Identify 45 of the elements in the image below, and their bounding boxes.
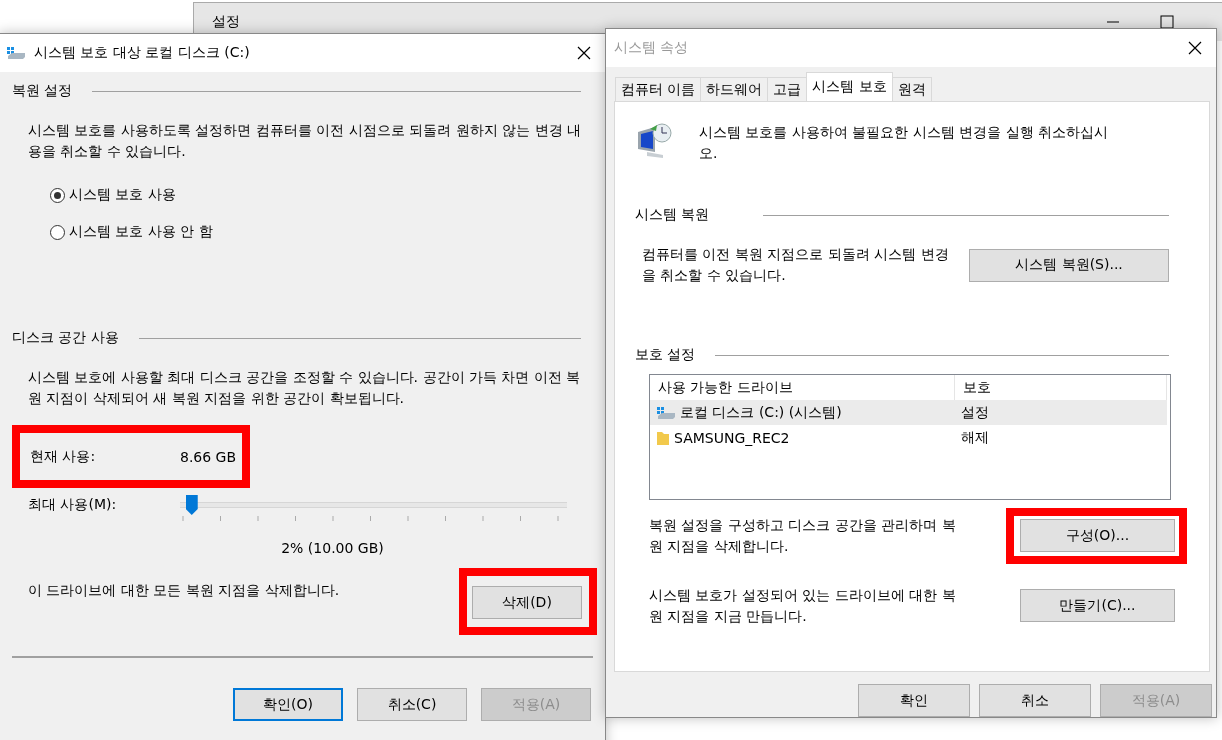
tab[interactable]: 컴퓨터 이름 (615, 77, 702, 101)
window-title: 시스템 속성 (614, 39, 690, 57)
slider-label: 최대 사용(M): (28, 496, 118, 514)
radio-option[interactable]: 시스템 보호 사용 (50, 184, 593, 206)
description-text: 컴퓨터를 이전 복원 지점으로 되돌려 시스템 변경을 취소할 수 있습니다. (642, 245, 950, 285)
drive-icon (656, 405, 676, 420)
protection-status: 설정 (961, 403, 989, 422)
drive-row[interactable]: 로컬 디스크 (C:) (시스템) 설정 (650, 400, 1167, 425)
window-title: 설정 (212, 13, 241, 31)
description-text: 시스템 보호를 사용하여 불필요한 시스템 변경을 실행 취소하십시오. (699, 123, 1110, 163)
drive-name: SAMSUNG_REC2 (674, 429, 790, 446)
description-text: 시스템 보호가 설정되어 있는 드라이브에 대한 복원 지점을 지금 만듭니다. (649, 586, 957, 626)
close-icon[interactable] (1188, 41, 1202, 55)
drive-row[interactable]: SAMSUNG_REC2 해제 (650, 425, 1167, 450)
group-heading: 디스크 공간 사용 (12, 329, 119, 347)
folder-icon (656, 429, 670, 446)
tab[interactable]: 시스템 보호 (806, 72, 893, 101)
action-button[interactable]: 만들기(C)... (1020, 589, 1175, 622)
maximize-icon[interactable] (1160, 15, 1174, 29)
slider-thumb[interactable] (185, 495, 198, 515)
close-icon[interactable] (577, 46, 591, 60)
description-text: 복원 설정을 구성하고 디스크 공간을 관리하며 복원 지점을 삭제합니다. (649, 516, 957, 556)
protection-status: 해제 (961, 428, 989, 447)
computer-restore-icon (635, 122, 673, 160)
usage-label: 현재 사용: (30, 447, 97, 466)
description-text: 시스템 보호를 사용하도록 설정하면 컴퓨터를 이전 시점으로 되돌려 원하지 않는 변경 내용을 취소할 수 있습니다. (28, 121, 582, 161)
drive-name: 로컬 디스크 (C:) (시스템) (680, 403, 842, 422)
dialog-button[interactable]: 취소(C) (357, 688, 467, 721)
dialog-button[interactable]: 취소 (979, 684, 1091, 717)
group-heading: 보호 설정 (635, 346, 696, 364)
description-text: 시스템 보호에 사용할 최대 디스크 공간을 조정할 수 있습니다. 공간이 가득 차면 이전 복원 지점이 삭제되어 새 복원 지점을 위한 공간이 확보됩니다. (28, 368, 582, 408)
drive-icon (6, 46, 26, 60)
action-button[interactable]: 구성(O)... (1020, 519, 1175, 552)
system-restore-button[interactable]: 시스템 복원(S)... (969, 248, 1169, 282)
window-title: 시스템 보호 대상 로컬 디스크 (C:) (34, 44, 251, 62)
slider-reading: 2% (10.00 GB) (280, 540, 385, 556)
radio-option[interactable]: 시스템 보호 사용 안 함 (50, 221, 593, 243)
group-heading: 복원 설정 (12, 82, 73, 100)
usage-value: 8.66 GB (180, 448, 237, 465)
group-heading: 시스템 복원 (635, 206, 710, 224)
dialog-button[interactable]: 확인 (858, 684, 970, 717)
dialog-button[interactable]: 확인(O) (233, 688, 343, 721)
delete-button[interactable]: 삭제(D) (472, 586, 582, 619)
description-text: 이 드라이브에 대한 모든 복원 지점을 삭제합니다. (28, 581, 340, 600)
tab[interactable]: 원격 (891, 77, 932, 101)
